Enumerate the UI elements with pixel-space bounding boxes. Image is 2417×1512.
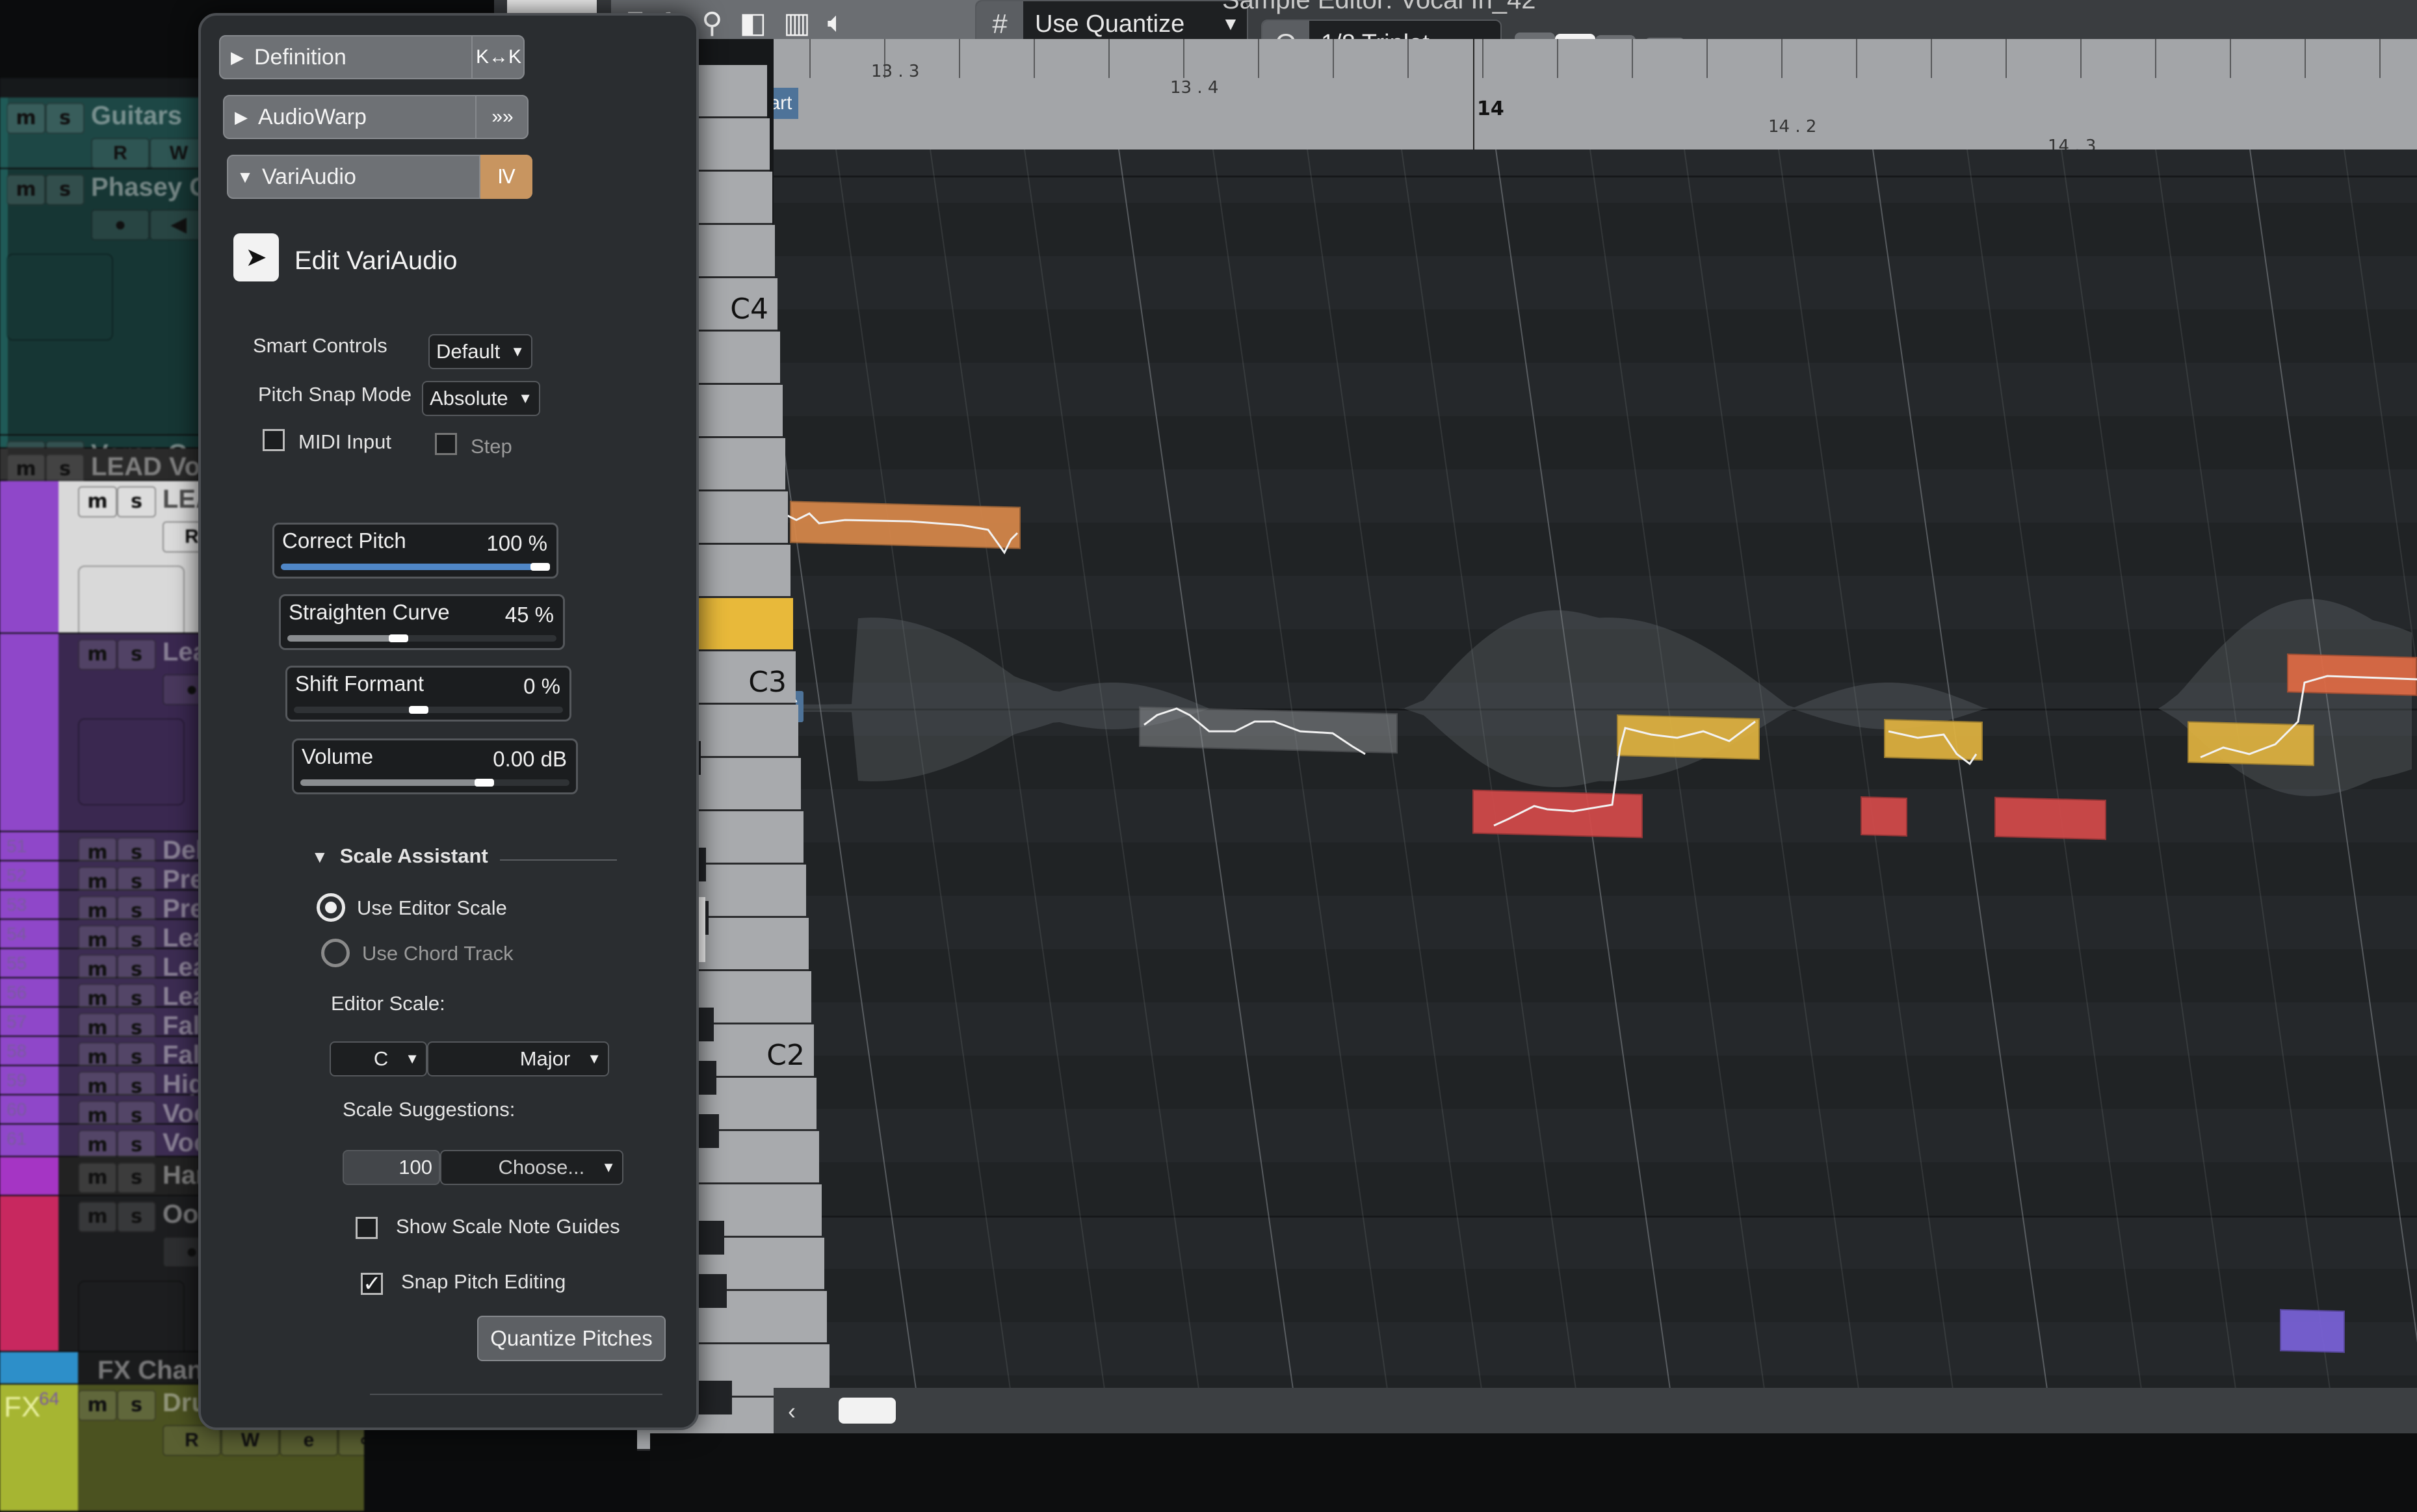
slider-handle[interactable] [530, 563, 550, 571]
use-editor-scale-radio[interactable] [317, 893, 345, 922]
pitch-snap-mode-dropdown[interactable]: Absolute ▼ [422, 381, 540, 416]
midi-input-checkbox[interactable] [263, 429, 285, 451]
edit-variaudio-button[interactable]: ➤ [233, 233, 279, 281]
slider-label: Straighten Curve [289, 600, 450, 624]
scroll-left-icon[interactable]: ‹ [788, 1398, 796, 1425]
show-scale-note-guides-label: Show Scale Note Guides [396, 1215, 620, 1238]
slider-fill [300, 779, 495, 786]
horizontal-scrollbar[interactable] [774, 1388, 2417, 1433]
slider-handle[interactable] [409, 706, 428, 714]
slider-track[interactable] [294, 706, 563, 714]
pitch-curve [2200, 675, 2417, 759]
slider-volume[interactable]: Volume 0.00 dB [292, 738, 578, 794]
slider-label: Volume [302, 744, 374, 768]
octave-label: C2 [766, 1039, 805, 1072]
inspector-panel: ▶ Definition K↔K ▶ AudioWarp »» ▼ VariAu… [198, 13, 699, 1430]
pitch-curve [1888, 730, 1978, 766]
slider-track[interactable] [300, 779, 569, 787]
smart-controls-label: Smart Controls [253, 334, 387, 357]
slider-value: 45 % [504, 603, 554, 627]
pitch-curve [761, 350, 1019, 554]
slider-fill [281, 564, 550, 570]
slider-shift-formant[interactable]: Shift Formant 0 % [285, 666, 571, 722]
collapse-icon: ▼ [237, 166, 254, 187]
expand-icon: ▶ [235, 107, 248, 127]
slider-handle[interactable] [475, 779, 495, 787]
collapse-icon: ▼ [311, 847, 328, 867]
slider-track[interactable] [287, 634, 556, 642]
editor-scale-label: Editor Scale: [331, 992, 445, 1015]
scale-root-dropdown[interactable]: C ▼ [330, 1041, 427, 1076]
definition-icon[interactable]: K↔K [471, 35, 525, 79]
panel-divider [370, 1394, 662, 1395]
show-scale-note-guides-checkbox[interactable] [356, 1217, 378, 1239]
use-chord-track-label: Use Chord Track [362, 942, 514, 965]
midi-input-label: MIDI Input [298, 430, 391, 453]
pitch-curve [1143, 707, 1366, 755]
chevron-down-icon: ▼ [601, 1159, 616, 1175]
chevron-down-icon: ▼ [587, 1050, 601, 1067]
variaudio-icon[interactable]: Ⅳ [479, 155, 532, 199]
slider-value: 0.00 dB [493, 747, 567, 771]
step-checkbox[interactable] [435, 433, 457, 455]
scale-suggestion-value[interactable]: 100 [343, 1150, 440, 1185]
scale-type-dropdown[interactable]: Major ▼ [427, 1041, 609, 1076]
step-label: Step [471, 435, 512, 458]
chevron-down-icon: ▼ [405, 1050, 419, 1067]
section-audiowarp[interactable]: ▶ AudioWarp »» [223, 95, 529, 139]
scrollbar-thumb[interactable] [839, 1398, 896, 1424]
audiowarp-icon[interactable]: »» [475, 95, 529, 139]
snap-pitch-editing-label: Snap Pitch Editing [401, 1270, 566, 1293]
section-definition[interactable]: ▶ Definition K↔K [219, 35, 525, 79]
slider-label: Correct Pitch [282, 528, 406, 553]
section-divider [500, 859, 617, 861]
slider-label: Shift Formant [295, 671, 425, 696]
check-icon: ✓ [363, 1271, 382, 1296]
scale-suggestions-label: Scale Suggestions: [343, 1098, 516, 1121]
quantize-pitches-button[interactable]: Quantize Pitches [477, 1316, 666, 1361]
smart-controls-dropdown[interactable]: Default ▼ [428, 334, 532, 369]
use-editor-scale-label: Use Editor Scale [357, 896, 507, 919]
octave-label: C3 [748, 666, 787, 699]
slider-value: 0 % [523, 674, 560, 698]
lower-zone [650, 1433, 2417, 1512]
snap-pitch-editing-checkbox[interactable]: ✓ [361, 1273, 383, 1295]
scale-suggestion-dropdown[interactable]: Choose... ▼ [440, 1150, 623, 1185]
chevron-down-icon: ▼ [518, 390, 532, 406]
edit-variaudio-label: Edit VariAudio [294, 246, 458, 275]
pitch-snap-mode-label: Pitch Snap Mode [258, 383, 412, 406]
scale-assistant-header[interactable]: ▼ Scale Assistant [311, 844, 488, 868]
slider-straighten-curve[interactable]: Straighten Curve 45 % [279, 594, 565, 650]
expand-icon: ▶ [231, 47, 244, 67]
section-variaudio[interactable]: ▼ VariAudio Ⅳ [227, 155, 532, 199]
slider-handle[interactable] [389, 634, 409, 642]
use-chord-track-radio[interactable] [321, 939, 350, 967]
pointer-icon: ➤ [245, 243, 267, 272]
octave-label: C4 [730, 293, 768, 326]
pitch-curve [1493, 720, 1756, 827]
slider-value: 100 % [486, 531, 547, 555]
slider-correct-pitch[interactable]: Correct Pitch 100 % [272, 523, 558, 579]
chevron-down-icon: ▼ [510, 343, 525, 359]
slider-fill [294, 707, 428, 713]
slider-track[interactable] [281, 563, 550, 571]
